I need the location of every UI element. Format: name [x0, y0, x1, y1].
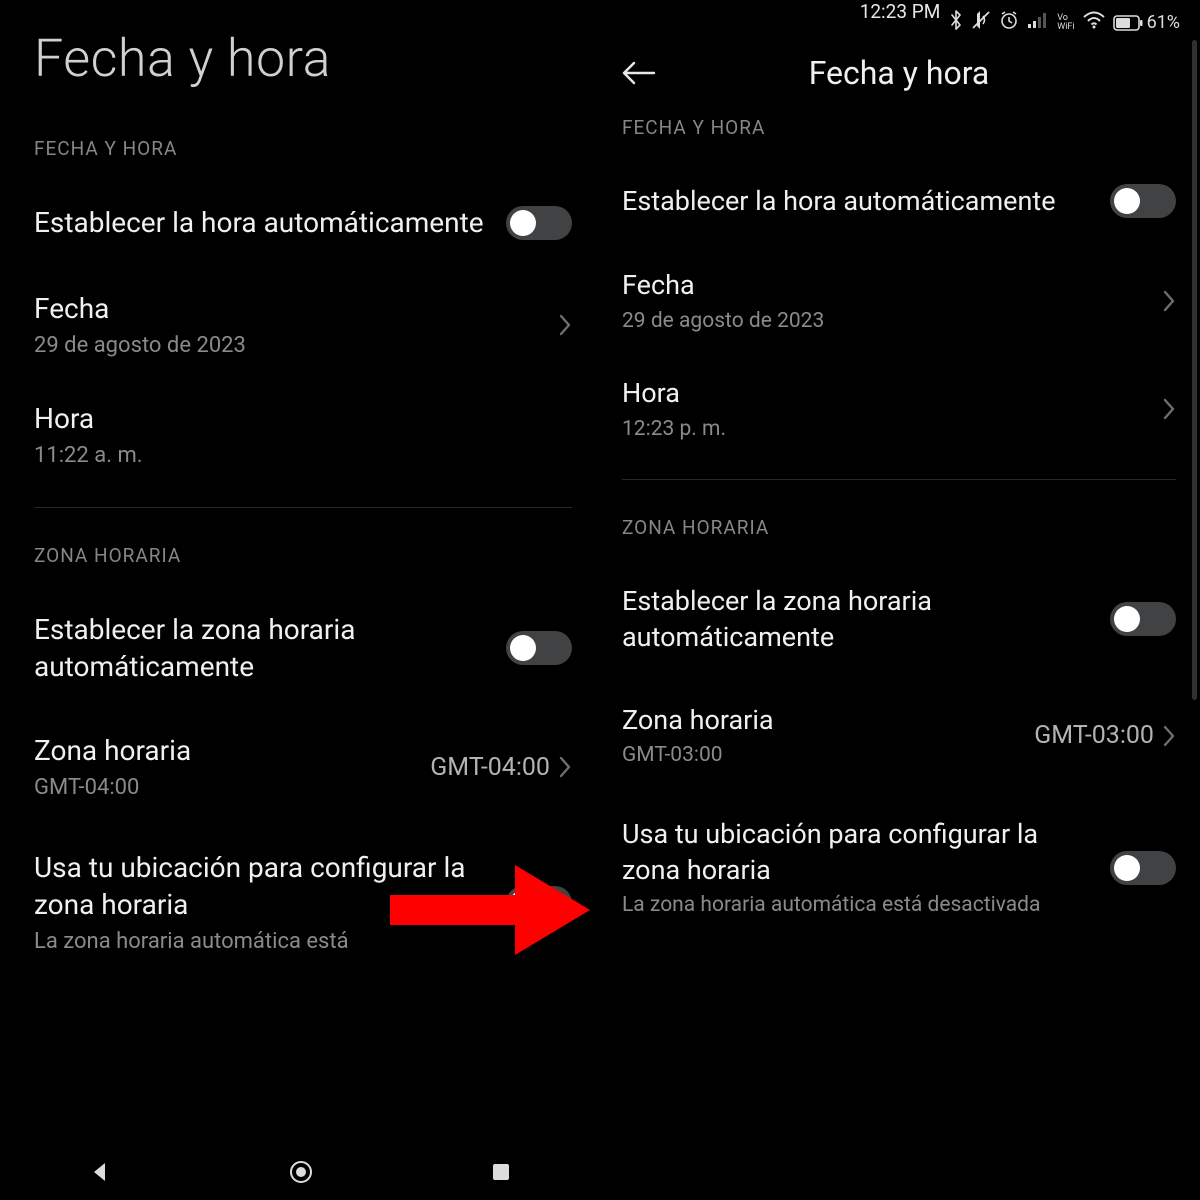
chevron-right-icon — [558, 755, 572, 779]
row-subtext: La zona horaria automática está — [34, 928, 496, 957]
row-title: Hora — [34, 400, 562, 438]
bluetooth-icon — [949, 10, 963, 35]
chevron-right-icon — [1162, 289, 1176, 313]
row-title: Fecha — [622, 267, 1152, 303]
row-date[interactable]: Fecha 29 de agosto de 2023 — [622, 253, 1176, 349]
left-screenshot: Fecha y hora FECHA Y HORA Establecer la … — [0, 0, 600, 1160]
row-use-location[interactable]: Usa tu ubicación para configurar la zona… — [622, 802, 1176, 934]
row-value: 29 de agosto de 2023 — [34, 332, 548, 361]
nav-back-icon[interactable] — [88, 1160, 112, 1184]
section-header-date-time: FECHA Y HORA — [622, 116, 1176, 139]
divider — [34, 507, 572, 508]
row-title: Zona horaria — [622, 702, 1024, 738]
chevron-right-icon — [558, 313, 572, 337]
row-auto-time[interactable]: Establecer la hora automáticamente — [34, 190, 572, 256]
row-title: Establecer la hora automáticamente — [622, 183, 1100, 219]
row-title: Fecha — [34, 290, 548, 328]
row-auto-timezone[interactable]: Establecer la zona horaria automáticamen… — [34, 597, 572, 701]
row-auto-time[interactable]: Establecer la hora automáticamente — [622, 169, 1176, 233]
status-time: 12:23 PM — [860, 0, 941, 23]
row-title: Zona horaria — [34, 732, 420, 770]
vowifi-indicator: Vo WiFi — [1057, 14, 1074, 32]
app-bar-title: Fecha y hora — [620, 54, 1178, 92]
navigation-bar — [0, 1144, 600, 1200]
row-time[interactable]: Hora 12:23 p. m. — [622, 361, 1176, 457]
row-title: Usa tu ubicación para configurar la zona… — [622, 816, 1100, 889]
row-timezone[interactable]: Zona horaria GMT-03:00 GMT-03:00 — [622, 688, 1176, 784]
chevron-right-icon — [1162, 397, 1176, 421]
alarm-icon — [999, 10, 1019, 35]
toggle-auto-timezone[interactable] — [1110, 602, 1176, 636]
row-title: Usa tu ubicación para configurar la zona… — [34, 849, 496, 925]
vibrate-icon — [971, 10, 991, 35]
right-screenshot: 12:23 PM Vo WiFi 61% — [600, 0, 1200, 1160]
row-value: 29 de agosto de 2023 — [622, 308, 1152, 335]
row-title: Establecer la zona horaria automáticamen… — [622, 583, 1100, 656]
row-title: Establecer la zona horaria automáticamen… — [34, 611, 496, 687]
battery-percent: 61% — [1147, 12, 1180, 33]
row-auto-timezone[interactable]: Establecer la zona horaria automáticamen… — [622, 569, 1176, 670]
row-date[interactable]: Fecha 29 de agosto de 2023 — [34, 276, 572, 374]
row-value: GMT-03:00 — [622, 742, 1024, 769]
scrollbar[interactable] — [1192, 40, 1197, 700]
row-title: Hora — [622, 375, 1152, 411]
row-time[interactable]: Hora 11:22 a. m. — [34, 386, 572, 484]
row-timezone[interactable]: Zona horaria GMT-04:00 GMT-04:00 — [34, 718, 572, 816]
toggle-use-location[interactable] — [506, 886, 572, 920]
row-title: Establecer la hora automáticamente — [34, 204, 496, 242]
section-header-date-time: FECHA Y HORA — [34, 137, 572, 160]
row-trailing-value: GMT-04:00 — [430, 753, 550, 782]
wifi-icon — [1083, 11, 1105, 34]
chevron-right-icon — [1162, 724, 1176, 748]
battery-indicator: 61% — [1113, 12, 1180, 33]
app-bar: Fecha y hora — [600, 40, 1200, 110]
nav-recents-icon[interactable] — [490, 1161, 512, 1183]
toggle-auto-time[interactable] — [506, 206, 572, 240]
row-subtext: La zona horaria automática está desactiv… — [622, 892, 1100, 919]
toggle-use-location[interactable] — [1110, 851, 1176, 885]
nav-home-icon[interactable] — [288, 1159, 314, 1185]
row-value: GMT-04:00 — [34, 774, 420, 803]
signal-icon — [1027, 11, 1049, 34]
toggle-auto-time[interactable] — [1110, 184, 1176, 218]
page-title: Fecha y hora — [34, 28, 572, 89]
row-value: 12:23 p. m. — [622, 416, 1152, 443]
section-header-timezone: ZONA HORARIA — [34, 544, 572, 567]
row-trailing-value: GMT-03:00 — [1034, 721, 1154, 750]
divider — [622, 479, 1176, 480]
section-header-timezone: ZONA HORARIA — [622, 516, 1176, 539]
toggle-auto-timezone[interactable] — [506, 631, 572, 665]
row-value: 11:22 a. m. — [34, 442, 562, 471]
row-use-location[interactable]: Usa tu ubicación para configurar la zona… — [34, 835, 572, 971]
